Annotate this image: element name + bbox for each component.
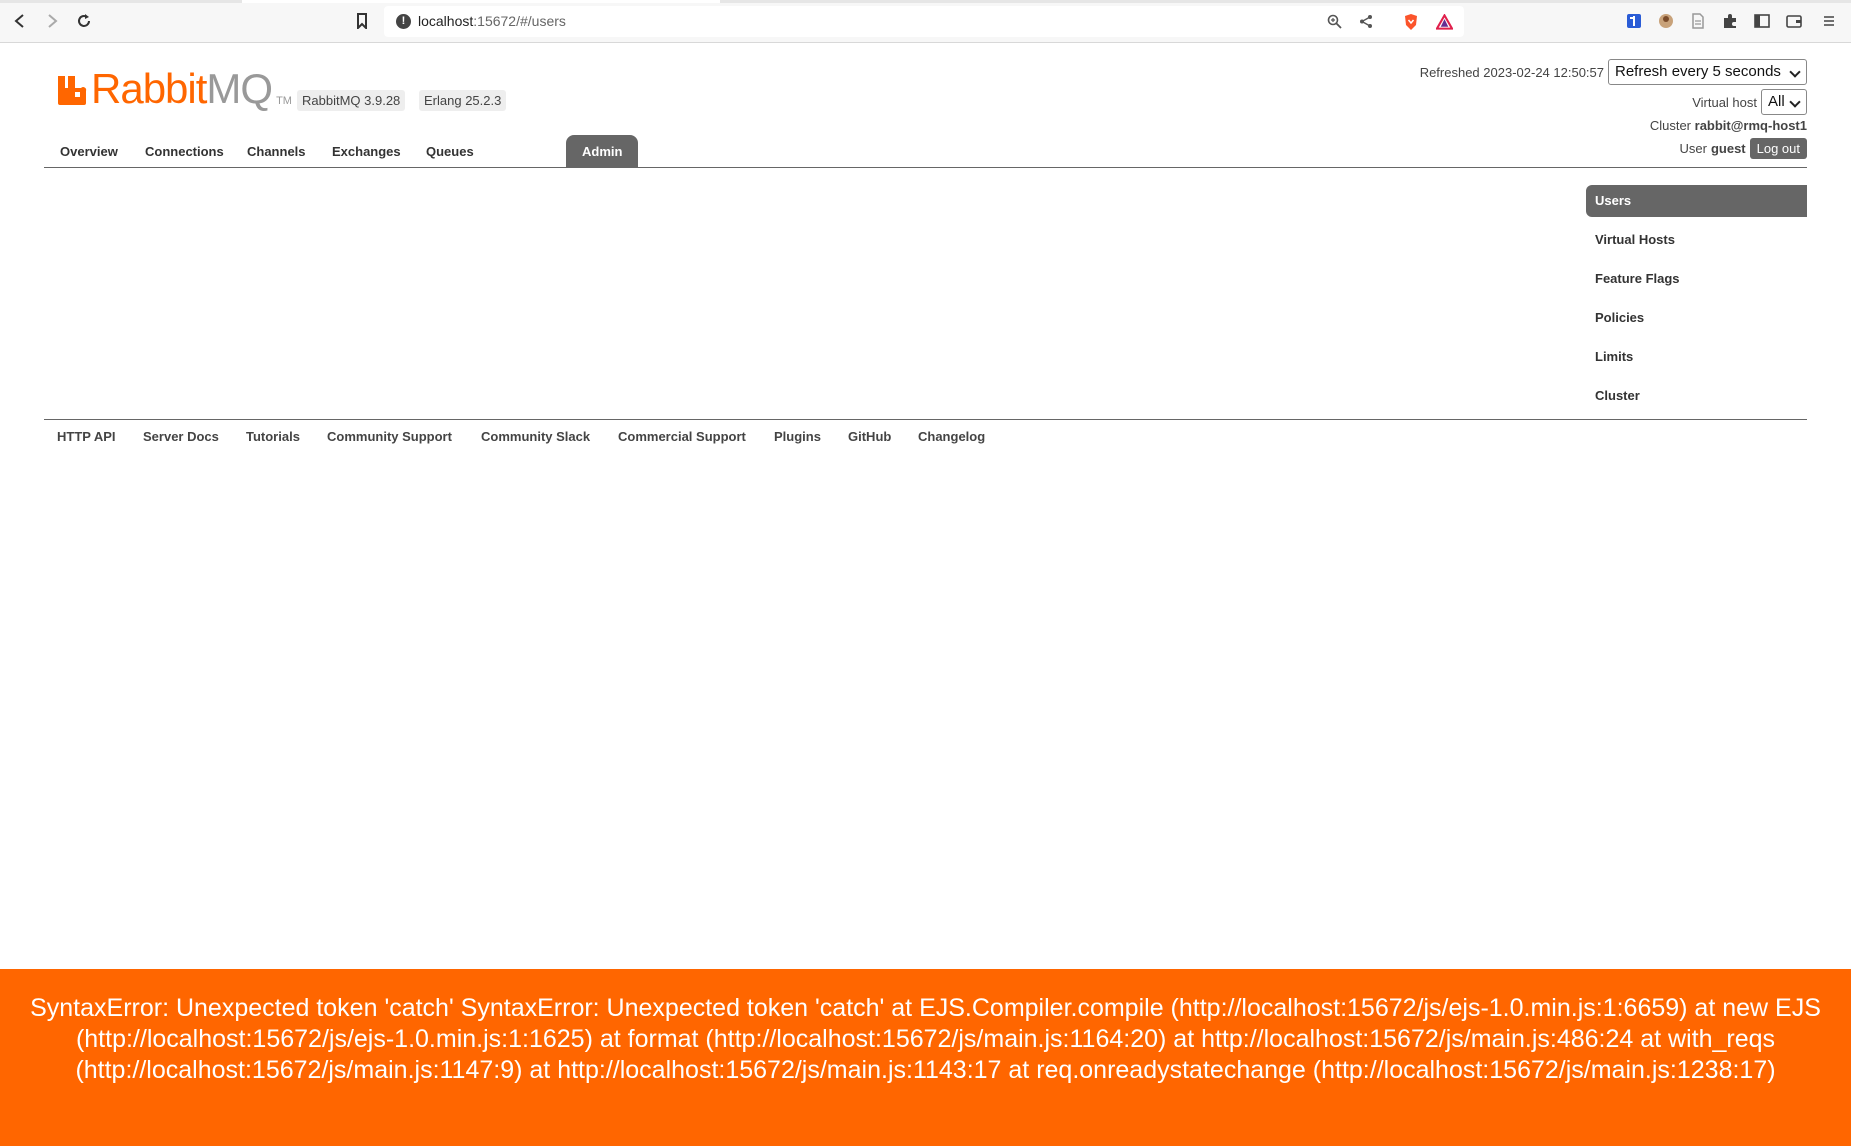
brave-rewards-icon[interactable] [1436, 13, 1453, 30]
vhost-label: Virtual host [1692, 94, 1757, 110]
tab-channels[interactable]: Channels [231, 135, 322, 168]
footer-link-commercial-support[interactable]: Commercial Support [618, 429, 746, 444]
logo-wordmark: RabbitMQ [91, 68, 273, 110]
reload-icon[interactable] [74, 11, 94, 31]
logo-word-rabbit: Rabbit [91, 65, 207, 112]
menu-icon[interactable] [1820, 12, 1838, 30]
share-icon[interactable] [1358, 13, 1375, 30]
erlang-version-badge: Erlang 25.2.3 [419, 90, 507, 111]
url-text[interactable]: localhost:15672/#/users [418, 13, 566, 29]
cluster-label: Cluster [1649, 118, 1692, 133]
footer-link-server-docs[interactable]: Server Docs [143, 429, 219, 444]
url-path: :15672/#/users [473, 13, 566, 29]
admin-side-menu: Users Virtual Hosts Feature Flags Polici… [1586, 185, 1807, 419]
error-message: SyntaxError: Unexpected token 'catch' Sy… [30, 994, 1821, 1084]
cluster-name: rabbit@rmq-host1 [1694, 118, 1807, 133]
refreshed-timestamp: Refreshed 2023-02-24 12:50:57 [1419, 64, 1604, 80]
footer: HTTP API Server Docs Tutorials Community… [44, 419, 1807, 449]
url-host: localhost [418, 13, 474, 29]
side-item-policies[interactable]: Policies [1586, 302, 1807, 341]
reader-mode-icon[interactable] [1689, 12, 1707, 30]
tab-overview[interactable]: Overview [44, 135, 134, 168]
bitwarden-extension-icon[interactable] [1625, 12, 1643, 30]
footer-link-changelog[interactable]: Changelog [918, 429, 985, 444]
back-icon[interactable] [10, 11, 30, 31]
footer-link-tutorials[interactable]: Tutorials [246, 429, 300, 444]
main-nav-tabs: Overview Connections Channels Exchanges … [44, 135, 1807, 168]
sidebar-toggle-icon[interactable] [1753, 12, 1771, 30]
footer-link-http-api[interactable]: HTTP API [57, 429, 116, 444]
side-item-cluster[interactable]: Cluster [1586, 380, 1807, 419]
browser-toolbar: ! localhost:15672/#/users [0, 0, 1851, 43]
side-item-limits[interactable]: Limits [1586, 341, 1807, 380]
vhost-row: Virtual host All [1692, 89, 1807, 115]
logo-word-mq: MQ [206, 65, 273, 112]
vhost-select[interactable]: All [1761, 89, 1807, 115]
error-banner[interactable]: SyntaxError: Unexpected token 'catch' Sy… [0, 969, 1851, 1146]
forward-icon[interactable] [42, 11, 62, 31]
logo-trademark: TM [276, 95, 292, 107]
rabbitmq-version-badge: RabbitMQ 3.9.28 [297, 90, 406, 111]
side-item-users[interactable]: Users [1586, 185, 1807, 217]
tab-connections[interactable]: Connections [129, 135, 240, 168]
rabbitmq-logo-icon [58, 76, 87, 105]
extensions-puzzle-icon[interactable] [1721, 12, 1739, 30]
brave-shields-icon[interactable] [1402, 13, 1419, 30]
side-item-virtual-hosts[interactable]: Virtual Hosts [1586, 224, 1807, 263]
refresh-row: Refreshed 2023-02-24 12:50:57 Refresh ev… [1420, 59, 1807, 85]
footer-link-plugins[interactable]: Plugins [774, 429, 821, 444]
footer-link-community-slack[interactable]: Community Slack [481, 429, 590, 444]
zoom-icon[interactable] [1326, 13, 1343, 30]
tab-strip [0, 0, 1851, 3]
wallet-icon[interactable] [1785, 12, 1803, 30]
refresh-interval-select[interactable]: Refresh every 5 seconds [1608, 59, 1807, 85]
cluster-info: Cluster rabbit@rmq-host1 [1650, 118, 1807, 133]
tab-exchanges[interactable]: Exchanges [316, 135, 417, 168]
address-bar[interactable]: ! localhost:15672/#/users [384, 6, 1464, 37]
tab-admin[interactable]: Admin [566, 135, 639, 168]
side-item-feature-flags[interactable]: Feature Flags [1586, 263, 1807, 302]
tab-queues[interactable]: Queues [410, 135, 490, 168]
footer-link-community-support[interactable]: Community Support [327, 429, 452, 444]
rabbitmq-logo[interactable]: RabbitMQ TM [57, 68, 292, 110]
active-browser-tab[interactable] [242, 0, 720, 3]
bookmark-icon[interactable] [352, 11, 372, 31]
extension-avatar-icon[interactable] [1657, 12, 1675, 30]
footer-link-github[interactable]: GitHub [848, 429, 891, 444]
site-info-icon[interactable]: ! [396, 14, 411, 29]
